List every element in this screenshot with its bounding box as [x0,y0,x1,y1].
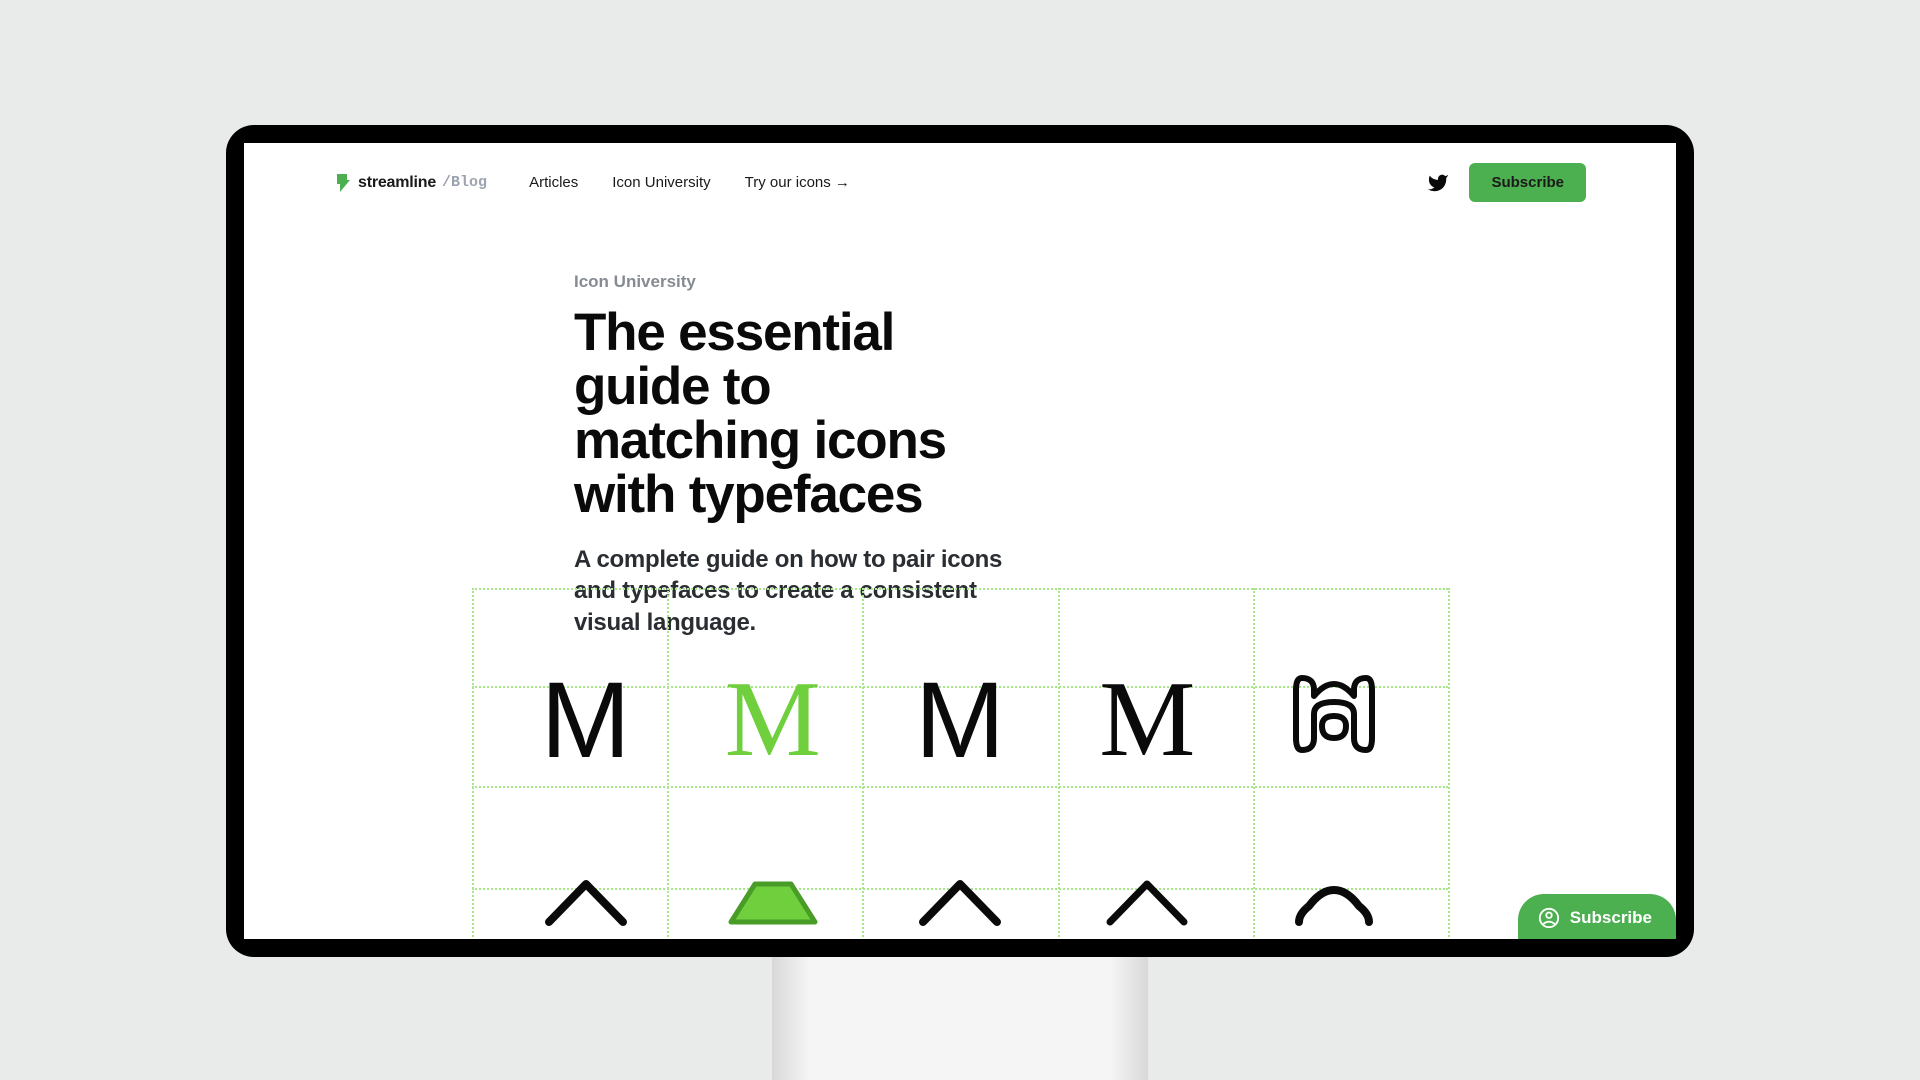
nav-right: Subscribe [1427,163,1586,202]
glyph-row-m: M M M M [472,666,1448,774]
glyph-row-house [472,878,1448,928]
house-icon-outline-3 [1054,878,1241,928]
nav-links: Articles Icon University Try our icons → [529,174,850,191]
subscribe-button[interactable]: Subscribe [1469,163,1586,202]
logo[interactable]: streamline /Blog [334,172,487,194]
subscribe-pill[interactable]: Subscribe [1518,894,1676,939]
glyph-m-regular: M [866,666,1053,774]
article-header: Icon University The essential guide to m… [244,214,1004,638]
nav-try-icons[interactable]: Try our icons → [745,174,850,191]
glyph-m-hand: M [1054,666,1241,774]
subscribe-pill-label: Subscribe [1570,908,1652,928]
house-icon-outline-2 [866,878,1053,928]
article-title: The essential guide to matching icons wi… [574,306,1004,522]
monitor-stand [772,957,1148,1080]
twitter-icon[interactable] [1427,172,1449,194]
nav-articles[interactable]: Articles [529,174,578,191]
house-icon-rounded [1241,878,1428,928]
house-icon-green [679,878,866,928]
article-category[interactable]: Icon University [574,272,1004,292]
user-circle-icon [1538,907,1560,929]
screen: streamline /Blog Articles Icon Universit… [244,143,1676,939]
blog-suffix: /Blog [442,174,487,191]
nav-icon-university[interactable]: Icon University [612,174,710,191]
streamline-logo-icon [334,172,352,194]
glyph-m-rounded [1241,666,1428,774]
glyph-m-serif-green: M [679,666,866,774]
top-nav: streamline /Blog Articles Icon Universit… [244,143,1676,214]
monitor-frame: streamline /Blog Articles Icon Universit… [226,125,1694,957]
glyph-m-sans: M [492,666,679,774]
typeface-grid: M M M M [472,588,1448,939]
brand-name: streamline [358,174,436,192]
house-icon-outline [492,878,679,928]
